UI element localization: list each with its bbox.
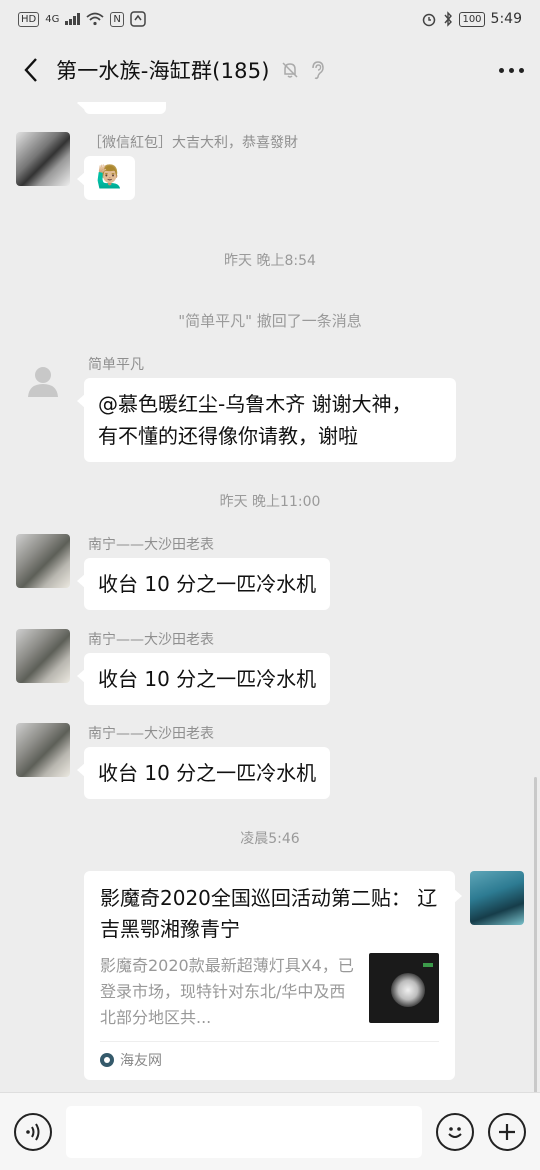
source-logo-icon: [100, 1053, 114, 1067]
hd-badge: HD: [18, 11, 40, 27]
card-thumbnail: [369, 953, 439, 1023]
emoji-bubble[interactable]: 🙋🏼‍♂️: [76, 156, 136, 200]
message-nanning: 南宁——大沙田老表 收台 10 分之一匹冷水机: [16, 534, 516, 618]
chat-header: 第一水族-海缸群(185): [0, 38, 540, 102]
avatar[interactable]: [16, 132, 70, 186]
timestamp: 昨天 晚上11:00: [219, 494, 321, 510]
redpacket-label: ［微信紅包］大吉大利，恭喜發財: [88, 135, 298, 151]
avatar[interactable]: [16, 354, 70, 408]
bell-off-icon: [282, 62, 298, 78]
message-card: 影魔奇2020全国巡回活动第二贴： 辽吉黑鄂湘豫青宁 影魔奇2020款最新超薄灯…: [84, 871, 524, 1081]
alarm-icon: [423, 13, 436, 27]
sender-name: 南宁——大沙田老表: [88, 726, 214, 742]
card-description: 影魔奇2020款最新超薄灯具X4，已登录市场，现特针对东北/华中及西北部分地区共…: [100, 956, 354, 1027]
plus-icon[interactable]: [488, 1112, 526, 1151]
battery-icon: 100: [459, 11, 485, 27]
scrollbar[interactable]: [534, 777, 537, 1092]
message-line: 有不懂的还得像你请教，谢啦: [98, 424, 358, 448]
message-input[interactable]: [66, 1105, 422, 1158]
message-bubble[interactable]: 收台 10 分之一匹冷水机: [76, 653, 331, 705]
app-notification-icon: [130, 11, 146, 27]
message-simple: 简单平凡 @慕色暖红尘-乌鲁木齐 谢谢大神， 有不懂的还得像你请教，谢啦: [16, 354, 516, 466]
timestamp: 昨天 晚上8:54: [224, 253, 316, 269]
avatar[interactable]: [16, 534, 70, 588]
sender-name: 南宁——大沙田老表: [88, 632, 214, 648]
back-arrow-icon[interactable]: [16, 55, 46, 85]
emoji-icon[interactable]: [436, 1112, 474, 1151]
card-source: 海友网: [100, 1041, 439, 1070]
message-bubble[interactable]: @慕色暖红尘-乌鲁木齐 谢谢大神， 有不懂的还得像你请教，谢啦: [77, 378, 456, 462]
sender-name: 简单平凡: [88, 357, 144, 373]
message-bubble[interactable]: 收台 10 分之一匹冷水机: [76, 558, 331, 610]
signal-icon: [65, 13, 81, 25]
network-type: 4G: [45, 13, 60, 25]
message-line: @慕色暖红尘-乌鲁木齐 谢谢大神，: [98, 392, 412, 416]
ear-icon: [311, 61, 324, 80]
link-card[interactable]: 影魔奇2020全国巡回活动第二贴： 辽吉黑鄂湘豫青宁 影魔奇2020款最新超薄灯…: [84, 871, 462, 1080]
more-icon[interactable]: [499, 67, 524, 73]
nfc-icon: N: [110, 11, 124, 27]
message-nanning: 南宁——大沙田老表 收台 10 分之一匹冷水机: [16, 629, 516, 713]
status-bar: HD 4G N 100 5:49: [0, 0, 540, 38]
input-bar: [0, 1092, 540, 1170]
sender-name: 南宁——大沙田老表: [88, 537, 214, 553]
clock: 5:49: [490, 11, 522, 27]
avatar[interactable]: [470, 871, 524, 925]
avatar[interactable]: [16, 723, 70, 777]
recall-notice: "简单平凡" 撤回了一条消息: [178, 312, 362, 330]
timestamp: 凌晨5:46: [240, 831, 300, 847]
chat-area[interactable]: ［微信紅包］大吉大利，恭喜發財 🙋🏼‍♂️ 昨天 晚上8:54 "简单平凡" 撤…: [0, 102, 540, 1092]
message-bubble[interactable]: 收台 10 分之一匹冷水机: [76, 747, 331, 799]
group-title: 第一水族-海缸群(185): [56, 59, 270, 83]
voice-icon[interactable]: [14, 1112, 52, 1151]
message-redpacket: ［微信紅包］大吉大利，恭喜發財 🙋🏼‍♂️: [16, 132, 516, 212]
avatar[interactable]: [16, 629, 70, 683]
wifi-icon: [86, 12, 104, 26]
default-avatar-icon: [28, 367, 58, 397]
source-name: 海友网: [120, 1053, 162, 1069]
bluetooth-icon: [444, 11, 453, 27]
partial-message-bubble[interactable]: [77, 102, 166, 114]
card-title: 影魔奇2020全国巡回活动第二贴： 辽吉黑鄂湘豫青宁: [100, 886, 438, 941]
message-nanning: 南宁——大沙田老表 收台 10 分之一匹冷水机: [16, 723, 516, 807]
